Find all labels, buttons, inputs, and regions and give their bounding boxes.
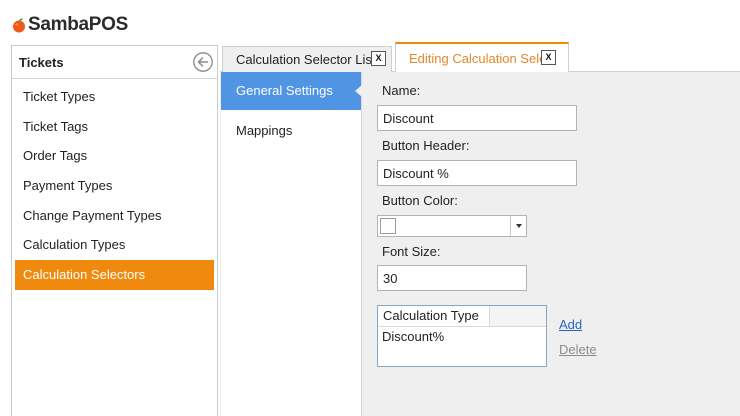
tab-close-icon[interactable]: X xyxy=(371,51,386,66)
tab-calculation-selector-list[interactable]: Calculation Selector List X xyxy=(222,46,392,72)
button-color-label: Button Color: xyxy=(382,193,458,208)
grid-header-filler xyxy=(490,306,546,326)
color-swatch xyxy=(380,218,396,234)
chevron-down-icon xyxy=(515,224,522,228)
name-field[interactable] xyxy=(377,105,577,131)
tab-label: Calculation Selector List xyxy=(236,52,376,67)
name-label: Name: xyxy=(382,83,421,98)
settings-nav: General Settings Mappings xyxy=(221,72,362,416)
back-arrow-icon[interactable] xyxy=(192,51,214,73)
nav-mappings[interactable]: Mappings xyxy=(221,112,361,150)
tab-close-icon[interactable]: X xyxy=(541,50,556,65)
column-header-calculation-type[interactable]: Calculation Type xyxy=(378,306,490,326)
sidebar-item-calculation-types[interactable]: Calculation Types xyxy=(15,230,214,260)
calculation-types-grid[interactable]: Calculation Type Discount% xyxy=(377,305,547,367)
sidebar-item-order-tags[interactable]: Order Tags xyxy=(15,141,214,171)
sidebar-title: Tickets xyxy=(19,54,64,70)
add-link[interactable]: Add xyxy=(559,317,582,332)
tab-label: Editing Calculation Selector xyxy=(409,51,552,66)
button-header-field[interactable] xyxy=(377,160,577,186)
sidebar-item-payment-types[interactable]: Payment Types xyxy=(15,171,214,201)
nav-general-settings[interactable]: General Settings xyxy=(221,72,362,110)
selection-arrow-icon xyxy=(355,85,362,97)
tab-editing-calculation-selector[interactable]: Editing Calculation Selector X xyxy=(395,42,569,73)
button-header-label: Button Header: xyxy=(382,138,470,153)
sidebar-header: Tickets xyxy=(12,46,217,79)
dropdown-button[interactable] xyxy=(510,216,526,236)
font-size-label: Font Size: xyxy=(382,244,441,259)
nav-item-label: General Settings xyxy=(236,83,333,98)
button-color-picker[interactable] xyxy=(377,215,527,237)
grid-header: Calculation Type xyxy=(378,306,546,327)
sidebar-list: Ticket Types Ticket Tags Order Tags Paym… xyxy=(12,79,217,290)
sidebar-item-ticket-types[interactable]: Ticket Types xyxy=(15,82,214,112)
app-logo: SambaPOS xyxy=(11,14,128,36)
table-row[interactable]: Discount% xyxy=(378,327,546,347)
sidebar: Tickets Ticket Types Ticket Tags Order T… xyxy=(11,45,218,416)
sidebar-item-calculation-selectors[interactable]: Calculation Selectors xyxy=(15,260,214,290)
delete-link[interactable]: Delete xyxy=(559,342,597,357)
nav-item-label: Mappings xyxy=(236,123,293,138)
sidebar-item-change-payment-types[interactable]: Change Payment Types xyxy=(15,201,214,231)
sidebar-item-ticket-tags[interactable]: Ticket Tags xyxy=(15,112,214,142)
logo-text: SambaPOS xyxy=(28,14,129,35)
orange-logo-icon xyxy=(11,17,27,33)
document-tab-bar: Calculation Selector List X Editing Calc… xyxy=(220,42,740,73)
font-size-field[interactable] xyxy=(377,265,527,291)
